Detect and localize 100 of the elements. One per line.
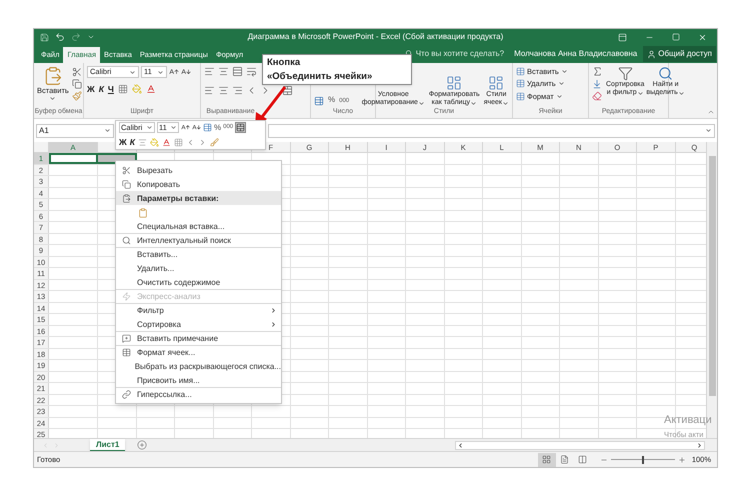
percent-button[interactable]: % <box>214 122 222 134</box>
fill-color-icon[interactable] <box>132 84 142 94</box>
zoom-thumb[interactable] <box>642 456 644 464</box>
menu-item[interactable]: Сортировка <box>116 317 281 331</box>
shrink-font-icon[interactable] <box>192 123 201 132</box>
menu-item[interactable]: Присвоить имя... <box>116 373 281 387</box>
menu-item[interactable]: Удалить... <box>116 261 281 275</box>
fill-color-icon[interactable] <box>150 138 159 146</box>
undo-icon[interactable] <box>55 32 65 42</box>
accounting-format-icon[interactable] <box>314 96 324 106</box>
menu-item[interactable]: Очистить содержимое <box>116 275 281 289</box>
callout-text: Кнопка <box>267 57 302 69</box>
user-name[interactable]: Молчанова Анна Владиславовна <box>514 48 638 60</box>
shrink-font-icon[interactable] <box>181 67 191 77</box>
maximize-icon[interactable] <box>672 33 680 41</box>
menu-item[interactable]: Вставить примечание <box>116 331 281 345</box>
callout-text: «Объединить ячейки» <box>267 71 374 83</box>
sheet-tab[interactable]: Лист1 <box>90 438 126 452</box>
percent-button[interactable]: % <box>328 94 336 106</box>
borders-icon[interactable] <box>174 138 183 146</box>
active-cell[interactable] <box>49 153 98 164</box>
menu-item-icon <box>122 292 131 301</box>
caret-icon <box>502 100 509 106</box>
caret-icon <box>705 127 712 134</box>
orientation-icon[interactable] <box>246 66 257 77</box>
font-color-icon[interactable] <box>162 138 171 146</box>
caret-icon <box>678 90 685 96</box>
formula-field[interactable] <box>268 124 715 138</box>
caret-icon <box>49 95 56 102</box>
menu-section-header: Параметры вставки: <box>116 191 281 205</box>
clipboard-icon <box>138 208 148 218</box>
fill-icon[interactable] <box>592 79 602 89</box>
table-style-icon <box>488 75 504 91</box>
align-top-icon[interactable] <box>204 66 215 77</box>
share-button[interactable]: Общий доступ <box>643 46 716 62</box>
zoom-slider[interactable] <box>610 456 675 464</box>
menu-item[interactable]: Выбрать из раскрывающегося списка... <box>116 359 281 373</box>
menu-item-icon <box>122 166 131 175</box>
menu-item-icon <box>122 180 131 189</box>
grow-font-icon[interactable] <box>181 123 190 132</box>
caret-icon <box>104 127 111 134</box>
font-color-icon[interactable] <box>146 84 156 94</box>
paste-option-button[interactable] <box>137 206 149 218</box>
search-icon <box>658 66 674 81</box>
format-painter-icon[interactable] <box>210 138 219 146</box>
clear-icon[interactable] <box>592 91 602 101</box>
add-sheet-icon[interactable] <box>137 440 148 450</box>
scroll-left-icon[interactable] <box>457 442 464 448</box>
ribbon-options-icon[interactable] <box>618 32 627 42</box>
autosum-icon[interactable] <box>592 66 603 77</box>
accounting-format-icon[interactable] <box>203 123 212 132</box>
menu-item[interactable]: Интеллектуальный поиск <box>116 233 281 247</box>
caret-icon <box>470 100 477 106</box>
activation-notice-title: Активаци <box>664 413 712 428</box>
merge-cells-icon <box>236 123 246 132</box>
bold-button[interactable]: Ж <box>119 136 127 148</box>
align-middle-icon[interactable] <box>218 66 229 77</box>
collapse-ribbon-icon[interactable] <box>707 108 715 116</box>
redo-icon[interactable] <box>71 32 81 42</box>
caret-icon <box>636 90 644 96</box>
borders-icon[interactable] <box>118 84 128 94</box>
table-style-icon <box>446 75 462 91</box>
align-bottom-icon[interactable] <box>232 66 243 77</box>
view-icon <box>560 455 570 464</box>
person-icon <box>647 50 656 58</box>
name-box[interactable]: A1 <box>36 124 114 138</box>
grow-font-icon[interactable] <box>169 67 179 77</box>
menu-item-icon <box>122 334 131 343</box>
cells-icon <box>516 79 525 88</box>
menu-item[interactable]: Вставить... <box>116 247 281 261</box>
italic-button[interactable]: К <box>130 136 135 148</box>
save-icon[interactable] <box>40 32 49 42</box>
cells-icon <box>516 67 525 76</box>
menu-item[interactable]: Фильтр <box>116 303 281 317</box>
align-left-icon[interactable] <box>204 85 215 96</box>
window-title: Диаграмма в Microsoft PowerPoint - Excel (Сбой активации продукта) <box>246 31 504 43</box>
italic-button[interactable]: К <box>98 83 104 96</box>
bold-button[interactable]: Ж <box>87 83 95 96</box>
view-icon <box>542 455 552 464</box>
sort-filter-icon <box>618 66 633 81</box>
copy-icon[interactable] <box>72 79 82 89</box>
menu-item[interactable]: Вырезать <box>116 163 281 177</box>
horizontal-scrollbar[interactable] <box>455 440 705 450</box>
menu-item[interactable]: Формат ячеек... <box>116 345 281 359</box>
view-icon <box>578 455 588 464</box>
view-button[interactable] <box>538 452 556 466</box>
close-icon[interactable] <box>698 32 707 42</box>
align-right-icon[interactable] <box>232 85 243 96</box>
menu-item[interactable]: Копировать <box>116 177 281 191</box>
customize-icon[interactable] <box>87 33 95 41</box>
merge-cells-button[interactable] <box>235 122 246 134</box>
merge-cells-icon[interactable] <box>282 85 293 96</box>
underline-button[interactable]: Ч <box>108 83 114 96</box>
caret-icon <box>418 100 425 106</box>
cut-icon[interactable] <box>72 67 82 77</box>
align-center-icon[interactable] <box>218 85 229 96</box>
tell-me-field[interactable]: Что вы хотите сделать? <box>416 48 504 60</box>
menu-item[interactable]: Специальная вставка... <box>116 219 281 233</box>
scroll-right-icon[interactable] <box>696 442 703 448</box>
menu-item[interactable]: Гиперссылка... <box>116 387 281 401</box>
